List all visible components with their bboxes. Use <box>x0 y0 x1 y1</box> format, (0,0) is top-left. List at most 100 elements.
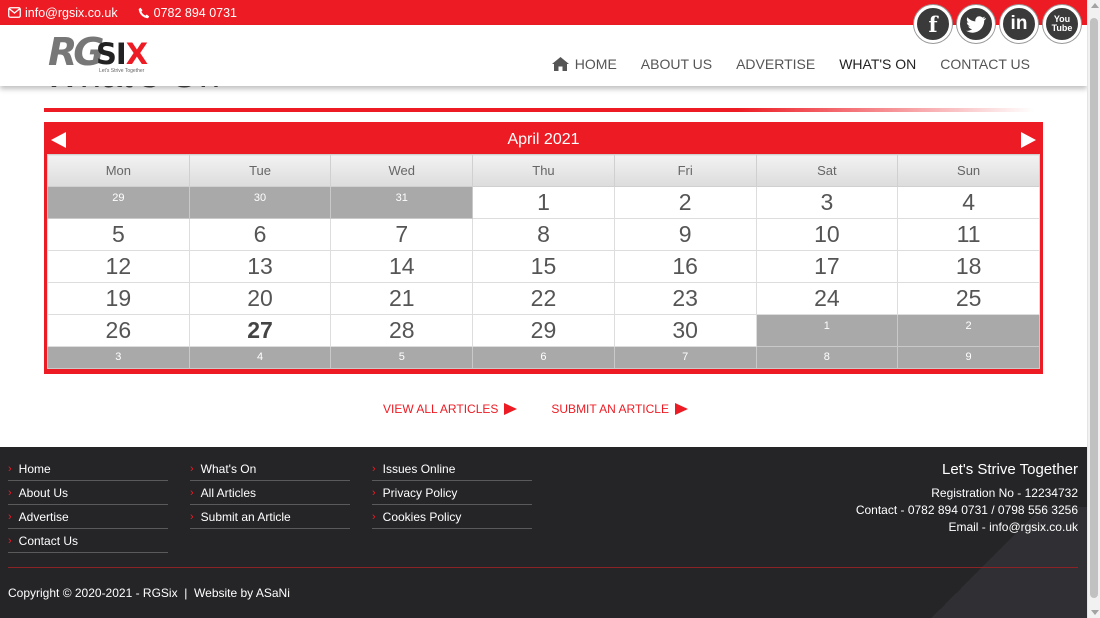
scroll-thumb[interactable] <box>1090 18 1098 598</box>
calendar-day[interactable]: 4 <box>897 186 1040 219</box>
calendar-day[interactable]: 15 <box>472 250 615 283</box>
calendar-day-other-month[interactable]: 29 <box>47 186 190 219</box>
prev-month-arrow-icon[interactable] <box>51 131 66 148</box>
view-all-articles-label: VIEW ALL ARTICLES <box>383 402 499 416</box>
calendar-day[interactable]: 21 <box>330 282 474 315</box>
footer-link-advertise[interactable]: › Advertise <box>8 505 168 529</box>
scroll-down-icon[interactable] <box>1091 610 1099 615</box>
calendar-day-other-month[interactable]: 31 <box>330 186 474 219</box>
nav-contact[interactable]: CONTACT US <box>940 56 1030 72</box>
calendar-day[interactable]: 24 <box>755 282 899 315</box>
linkedin-icon[interactable]: in <box>1000 5 1038 43</box>
nav-advertise[interactable]: ADVERTISE <box>736 56 815 72</box>
calendar-day[interactable]: 2 <box>613 186 757 219</box>
calendar-day[interactable]: 20 <box>188 282 332 315</box>
chevron-right-icon: › <box>8 510 12 523</box>
calendar-week-row: 5 6 7 8 9 10 11 <box>47 218 1040 251</box>
footer-link-about-us[interactable]: › About Us <box>8 481 168 505</box>
footer-link-privacy-policy[interactable]: › Privacy Policy <box>372 481 532 505</box>
chevron-right-icon: › <box>8 462 12 475</box>
calendar-day[interactable]: 11 <box>897 218 1040 251</box>
footer-link-what-s-on[interactable]: › What's On <box>190 457 350 481</box>
calendar-day[interactable]: 28 <box>330 314 474 347</box>
footer-link-contact-us[interactable]: › Contact Us <box>8 529 168 553</box>
calendar-day[interactable]: 17 <box>755 250 899 283</box>
footer-col-articles: › What's On › All Articles › Submit an Articl… <box>190 457 350 529</box>
calendar-day[interactable]: 18 <box>897 250 1040 283</box>
calendar-day-other-month[interactable]: 3 <box>47 346 190 369</box>
calendar-day[interactable]: 14 <box>330 250 474 283</box>
nav-home[interactable]: HOME <box>551 56 617 72</box>
calendar-day[interactable]: 8 <box>472 218 615 251</box>
nav-whats-on[interactable]: WHAT'S ON <box>839 56 916 72</box>
calendar-day-other-month[interactable]: 30 <box>188 186 332 219</box>
calendar-day-other-month[interactable]: 7 <box>613 346 757 369</box>
calendar-day[interactable]: 6 <box>188 218 332 251</box>
footer-link-home[interactable]: › Home <box>8 457 168 481</box>
calendar-day[interactable]: 1 <box>472 186 615 219</box>
footer-link-all-articles[interactable]: › All Articles <box>190 481 350 505</box>
calendar-day-other-month[interactable]: 9 <box>897 346 1040 369</box>
weekday-mon: Mon <box>47 154 190 187</box>
footer-link-label: What's On <box>200 461 257 476</box>
calendar-day[interactable]: 19 <box>47 282 190 315</box>
calendar-body: 29 30 31 1 2 3 4 5 6 7 8 9 10 11 12 13 14 15 16 17 18 19 20 21 2… <box>47 186 1040 369</box>
logo-tagline: Let's Strive Together <box>99 68 145 74</box>
calendar-day[interactable]: 5 <box>47 218 190 251</box>
footer-registration: Registration No - 12234732 <box>931 486 1078 500</box>
calendar-day[interactable]: 7 <box>330 218 474 251</box>
youtube-icon[interactable]: You Tube <box>1043 5 1081 43</box>
calendar-day[interactable]: 29 <box>472 314 615 347</box>
top-phone-text: 0782 894 0731 <box>153 5 238 20</box>
calendar-day-other-month[interactable]: 5 <box>330 346 474 369</box>
footer-email[interactable]: Email - info@rgsix.co.uk <box>856 519 1078 536</box>
twitter-icon[interactable] <box>957 5 995 43</box>
logo-rg: RG <box>48 30 104 74</box>
top-phone[interactable]: 0782 894 0731 <box>138 6 237 20</box>
calendar-day-other-month[interactable]: 4 <box>188 346 332 369</box>
view-all-articles-link[interactable]: VIEW ALL ARTICLES <box>383 402 518 416</box>
calendar-day[interactable]: 9 <box>613 218 757 251</box>
calendar-day-other-month[interactable]: 6 <box>472 346 615 369</box>
envelope-icon <box>8 7 21 18</box>
calendar-day[interactable]: 13 <box>188 250 332 283</box>
footer-link-issues-online[interactable]: › Issues Online <box>372 457 532 481</box>
chevron-right-icon: › <box>372 462 376 475</box>
footer-link-label: About Us <box>18 485 69 500</box>
footer-tagline: Let's Strive Together <box>942 461 1078 478</box>
top-email[interactable]: info@rgsix.co.uk <box>8 6 118 20</box>
calendar-day[interactable]: 22 <box>472 282 615 315</box>
logo-six: SIX <box>96 37 148 71</box>
footer-link-label: Home <box>18 461 51 476</box>
calendar-day[interactable]: 23 <box>613 282 757 315</box>
calendar-week-row: 19 20 21 22 23 24 25 <box>47 282 1040 315</box>
calendar-day[interactable]: 10 <box>755 218 899 251</box>
scroll-up-icon[interactable] <box>1091 3 1099 8</box>
phone-icon <box>138 7 149 18</box>
calendar-day-today[interactable]: 27 <box>188 314 332 347</box>
calendar-day[interactable]: 3 <box>755 186 899 219</box>
calendar-day-other-month[interactable]: 1 <box>755 314 899 347</box>
calendar-day[interactable]: 16 <box>613 250 757 283</box>
home-icon <box>551 57 569 71</box>
footer-link-submit-an-article[interactable]: › Submit an Article <box>190 505 350 529</box>
weekday-tue: Tue <box>188 154 332 187</box>
calendar-day[interactable]: 12 <box>47 250 190 283</box>
next-month-arrow-icon[interactable] <box>1020 131 1036 148</box>
footer-contact-block: Let's Strive Together Registration No - … <box>856 461 1078 536</box>
site-logo[interactable]: RG SIX Let's Strive Together <box>46 30 166 80</box>
calendar-day[interactable]: 25 <box>897 282 1040 315</box>
submit-article-link[interactable]: SUBMIT AN ARTICLE <box>551 402 688 416</box>
weekday-sat: Sat <box>755 154 899 187</box>
calendar-day-other-month[interactable]: 2 <box>897 314 1040 347</box>
chevron-right-icon: › <box>190 486 194 499</box>
nav-about[interactable]: ABOUT US <box>641 56 712 72</box>
calendar-day[interactable]: 30 <box>613 314 757 347</box>
calendar-day-other-month[interactable]: 8 <box>755 346 899 369</box>
page-scrollbar[interactable] <box>1087 0 1100 618</box>
calendar-day[interactable]: 26 <box>47 314 190 347</box>
weekday-header-row: Mon Tue Wed Thu Fri Sat Sun <box>47 154 1040 187</box>
footer-link-cookies-policy[interactable]: › Cookies Policy <box>372 505 532 529</box>
facebook-icon[interactable]: f <box>914 5 952 43</box>
chevron-right-icon: › <box>8 534 12 547</box>
